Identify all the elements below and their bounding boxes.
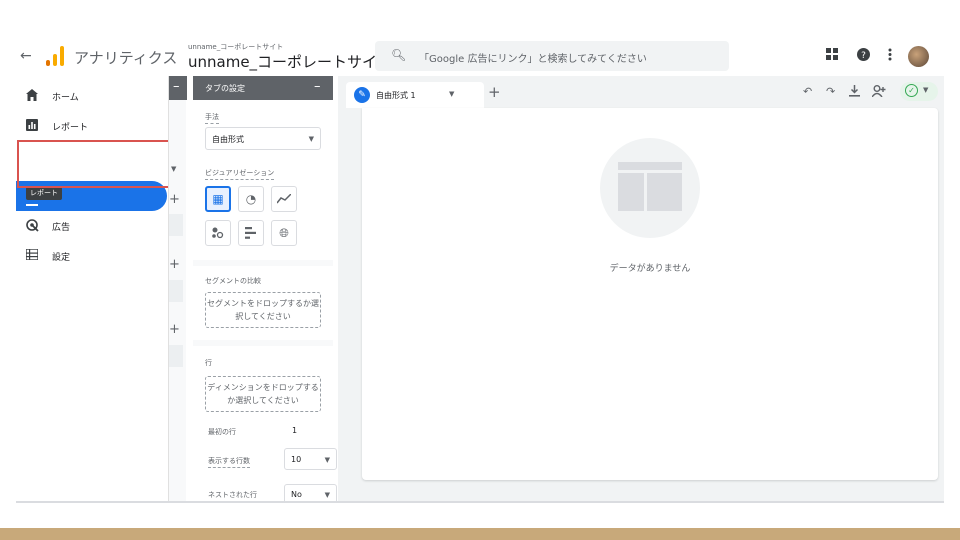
window-edge: [16, 501, 944, 503]
nav-item-reports[interactable]: レポート: [16, 111, 168, 141]
tab-label: 自由形式 1: [376, 91, 416, 100]
technique-value: 自由形式: [212, 135, 244, 144]
add-icon[interactable]: +: [169, 322, 180, 337]
minimize-icon[interactable]: –: [173, 79, 180, 94]
nested-rows-value: No: [291, 490, 302, 499]
pencil-icon: ✎: [354, 87, 370, 103]
add-tab-icon[interactable]: +: [488, 83, 501, 101]
app-title: アナリティクス: [74, 49, 178, 67]
nested-rows-select[interactable]: No ▼: [284, 484, 337, 502]
nav-label-home: ホーム: [52, 93, 79, 103]
status-check-icon: ✓: [905, 84, 918, 97]
bar-chart-icon[interactable]: [238, 220, 264, 246]
tabs-row: ✎ 自由形式 1 ▼ + ↶ ↷ ✓ ▼: [338, 76, 944, 108]
home-icon: [26, 89, 38, 104]
variable-slot: [169, 214, 183, 236]
share-icon[interactable]: [871, 85, 886, 100]
search-icon: 🔍︎: [391, 48, 407, 62]
chevron-down-icon[interactable]: ▼: [449, 90, 454, 98]
apps-grid-icon[interactable]: [826, 48, 838, 64]
list-icon: [25, 248, 39, 263]
nav-item-ads[interactable]: 広告: [16, 211, 168, 241]
ads-icon: [26, 219, 39, 235]
arrow-left-icon[interactable]: ←: [20, 48, 34, 64]
visualization-label: ビジュアリゼーション: [205, 168, 275, 180]
status-check-button[interactable]: ✓ ▼: [900, 82, 938, 101]
table-icon[interactable]: ▦: [205, 186, 231, 212]
variable-slot: [169, 345, 183, 367]
download-icon[interactable]: [849, 85, 860, 100]
variables-panel-header: –: [169, 76, 187, 100]
left-nav: ホーム レポート レポート 広告 設定: [16, 76, 176, 502]
exploration-canvas: ✎ 自由形式 1 ▼ + ↶ ↷ ✓ ▼ データがありません: [338, 76, 944, 502]
technique-label: 手法: [205, 112, 219, 124]
technique-card: 手法 自由形式 ▼ ビジュアリゼーション ▦ ◔ 🌐︎: [193, 100, 333, 260]
segment-label: セグメントの比較: [205, 277, 261, 285]
redo-icon[interactable]: ↷: [826, 85, 835, 98]
nav-label-ads: 広告: [52, 223, 71, 233]
property-selector[interactable]: unname_コーポレートサイト: [188, 51, 392, 72]
analytics-logo: [46, 46, 64, 66]
analytics-window: ← アナリティクス unname_コーポレートサイト unname_コーポレート…: [16, 38, 944, 502]
segment-drop-zone[interactable]: セグメントをドロップするか選択してください: [205, 292, 321, 328]
reports-highlight: [17, 140, 176, 188]
variable-slot: [169, 280, 183, 302]
show-rows-select[interactable]: 10 ▼: [284, 448, 337, 470]
add-icon[interactable]: +: [169, 257, 180, 272]
geo-map-icon[interactable]: 🌐︎: [271, 220, 297, 246]
segment-card: セグメントの比較 セグメントをドロップするか選択してください: [193, 266, 333, 340]
svg-text:?: ?: [861, 51, 866, 61]
nav-item-home[interactable]: ホーム: [16, 81, 168, 111]
bottom-decoration-bar: [0, 528, 960, 540]
empty-state-text: データがありません: [609, 264, 691, 274]
scatter-icon[interactable]: [205, 220, 231, 246]
undo-icon[interactable]: ↶: [803, 85, 812, 98]
chevron-down-icon: ▼: [923, 86, 929, 94]
canvas-content: データがありません: [362, 108, 938, 480]
chevron-down-icon: ▼: [324, 456, 330, 464]
show-rows-value: 10: [291, 455, 302, 464]
tab-settings-panel: タブの設定 – 手法 自由形式 ▼ ビジュアリゼーション ▦ ◔ 🌐︎ セグメン…: [193, 76, 337, 502]
tab-settings-header: タブの設定 –: [193, 76, 333, 100]
avatar[interactable]: [908, 46, 929, 67]
donut-chart-icon[interactable]: ◔: [238, 186, 264, 212]
top-bar: ← アナリティクス unname_コーポレートサイト unname_コーポレート…: [16, 38, 944, 76]
search-bar[interactable]: 🔍︎ 「Google 広告にリンク」と検索してみてください: [375, 41, 729, 71]
nav-item-settings[interactable]: 設定: [16, 241, 168, 271]
chevron-down-icon: ▼: [308, 135, 314, 143]
first-row-label: 最初の行: [208, 428, 236, 436]
help-icon[interactable]: ?: [857, 48, 870, 65]
chevron-down-icon[interactable]: ▼: [171, 165, 176, 173]
show-rows-label: 表示する行数: [208, 456, 250, 468]
first-row-value[interactable]: 1: [292, 426, 297, 435]
nav-label-settings: 設定: [52, 253, 71, 263]
variables-panel: – ▼ + + +: [168, 76, 187, 502]
add-icon[interactable]: +: [169, 192, 180, 207]
empty-state-illustration: [600, 138, 700, 238]
chevron-down-icon: ▼: [324, 491, 330, 499]
line-chart-icon[interactable]: [271, 186, 297, 212]
search-placeholder: 「Google 広告にリンク」と検索してみてください: [419, 54, 647, 65]
minimize-icon[interactable]: –: [314, 79, 321, 94]
nav-label-reports: レポート: [52, 123, 89, 133]
tab-freeform-1[interactable]: ✎ 自由形式 1 ▼: [346, 82, 484, 108]
bar-chart-icon: [26, 119, 38, 134]
rows-card: 行 ディメンションをドロップするか選択してください 最初の行 1 表示する行数 …: [193, 346, 337, 502]
tab-settings-title: タブの設定: [205, 84, 245, 93]
more-vert-icon[interactable]: [888, 48, 892, 65]
reports-tooltip: レポート: [26, 187, 62, 200]
technique-select[interactable]: 自由形式 ▼: [205, 127, 321, 150]
rows-label: 行: [205, 359, 212, 367]
rows-drop-zone[interactable]: ディメンションをドロップするか選択してください: [205, 376, 321, 412]
